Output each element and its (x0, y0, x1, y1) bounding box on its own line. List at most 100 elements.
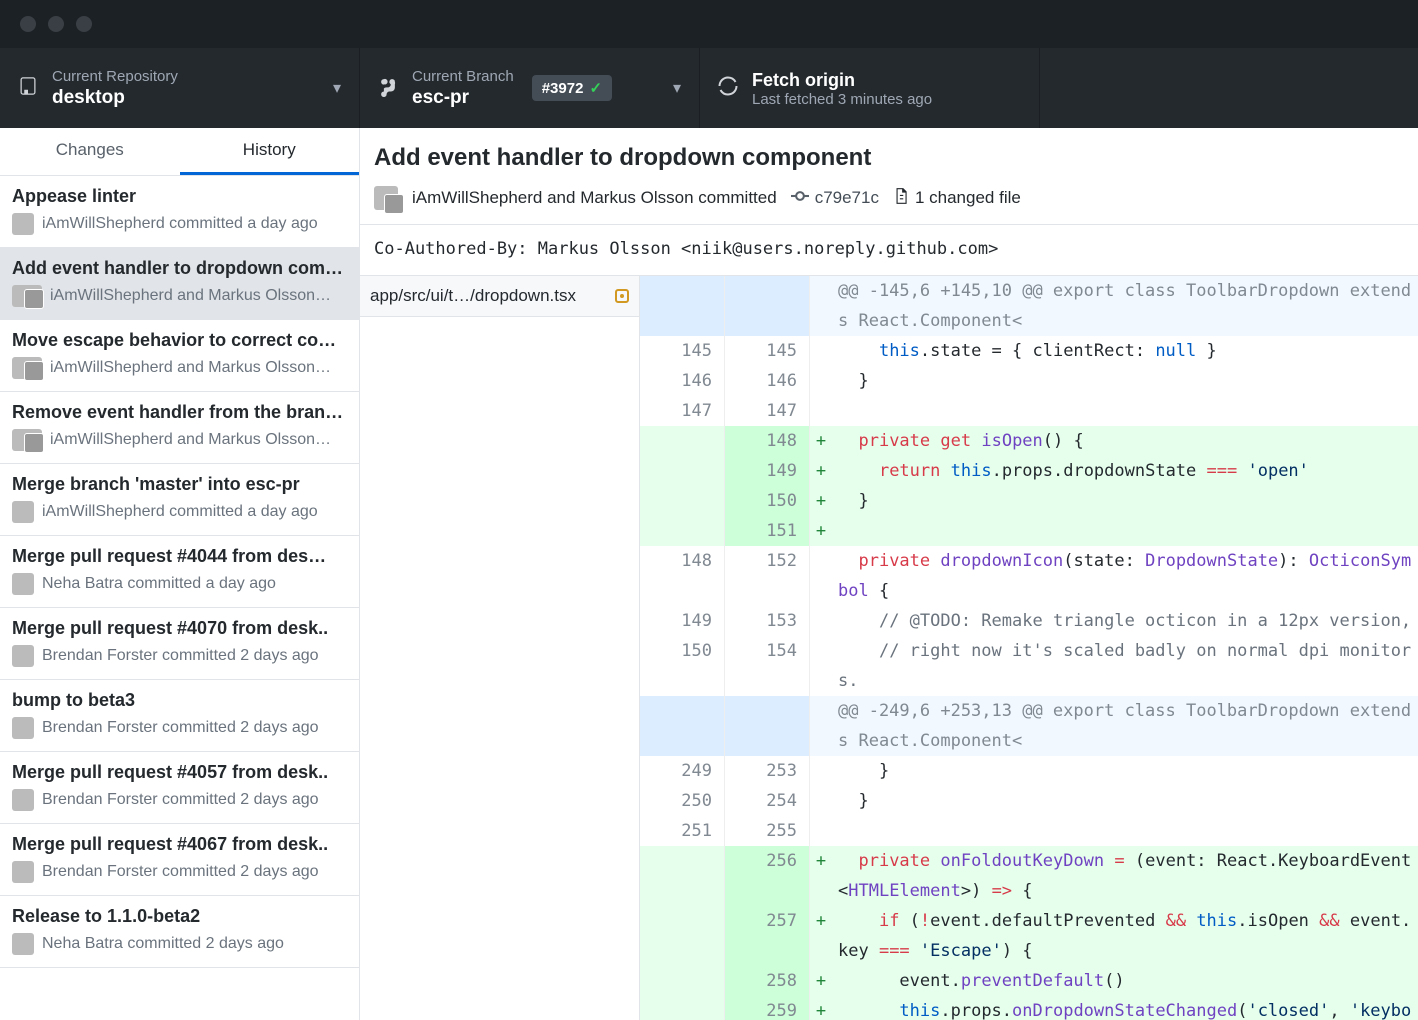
diff-code: return this.props.dropdownState === 'ope… (832, 456, 1418, 486)
diff-line[interactable]: 149+ return this.props.dropdownState ===… (640, 456, 1418, 486)
diff-line[interactable]: 149153 // @TODO: Remake triangle octicon… (640, 606, 1418, 636)
line-number-old (640, 486, 725, 516)
files-changed-wrap[interactable]: 1 changed file (893, 187, 1021, 210)
line-number-old (640, 696, 725, 756)
diff-line[interactable]: 145145 this.state = { clientRect: null } (640, 336, 1418, 366)
diff-line[interactable]: 251255 (640, 816, 1418, 846)
diff-code (832, 396, 1418, 426)
git-branch-icon (378, 75, 398, 102)
commit-row[interactable]: Merge pull request #4057 from desk..Bren… (0, 752, 359, 824)
branch-dropdown[interactable]: Current Branch esc-pr #3972 ✓ ▾ (360, 48, 700, 128)
diff-line[interactable]: 148+ private get isOpen() { (640, 426, 1418, 456)
commit-row[interactable]: Release to 1.1.0-beta2Neha Batra committ… (0, 896, 359, 968)
file-row[interactable]: app/src/ui/t…/dropdown.tsx (360, 276, 639, 317)
traffic-max-icon[interactable] (76, 16, 92, 32)
commit-row[interactable]: Remove event handler from the bran…iAmWi… (0, 392, 359, 464)
line-number-old: 148 (640, 546, 725, 606)
commit-row[interactable]: Move escape behavior to correct co… iAmWi… (0, 320, 359, 392)
avatar-icon (12, 357, 42, 379)
line-number-new: 256 (725, 846, 810, 906)
avatar-icon (12, 933, 34, 955)
modified-icon (615, 289, 629, 303)
diff-line[interactable]: 147147 (640, 396, 1418, 426)
diff-line[interactable]: 257+ if (!event.defaultPrevented && this… (640, 906, 1418, 966)
line-number-old: 250 (640, 786, 725, 816)
line-number-old: 147 (640, 396, 725, 426)
diff-code: // right now it's scaled badly on normal… (832, 636, 1418, 696)
diff-line[interactable]: 150154 // right now it's scaled badly on… (640, 636, 1418, 696)
diff-area: app/src/ui/t…/dropdown.tsx @@ -145,6 +14… (360, 275, 1418, 1020)
traffic-close-icon[interactable] (20, 16, 36, 32)
traffic-min-icon[interactable] (48, 16, 64, 32)
commit-row-meta-text: iAmWillShepherd committed a day ago (42, 503, 318, 521)
commit-detail-panel: Add event handler to dropdown component … (360, 128, 1418, 1020)
line-number-new (725, 696, 810, 756)
commit-row-title: Merge pull request #4067 from desk.. (12, 834, 347, 855)
diff-line[interactable]: 259+ this.props.onDropdownStateChanged('… (640, 996, 1418, 1020)
commit-row[interactable]: Merge pull request #4067 from desk.. Bren… (0, 824, 359, 896)
commit-row-meta: iAmWillShepherd committed a day ago (12, 213, 347, 235)
diff-marker: + (810, 966, 832, 996)
avatar-icon (12, 861, 34, 883)
line-number-old (640, 276, 725, 336)
diff-line[interactable]: 250254 } (640, 786, 1418, 816)
diff-code: } (832, 366, 1418, 396)
tab-changes[interactable]: Changes (0, 128, 180, 175)
line-number-old: 249 (640, 756, 725, 786)
commit-row-meta-text: Brendan Forster committed 2 days ago (42, 863, 319, 881)
commit-row[interactable]: Add event handler to dropdown com…iAmWil… (0, 248, 359, 320)
changed-files-list: app/src/ui/t…/dropdown.tsx (360, 276, 640, 1020)
diff-line[interactable]: 148152 private dropdownIcon(state: Dropd… (640, 546, 1418, 606)
commit-row-meta: Brendan Forster committed 2 days ago (12, 861, 347, 883)
diff-marker: + (810, 486, 832, 516)
diff-line[interactable]: @@ -249,6 +253,13 @@ export class Toolba… (640, 696, 1418, 756)
tab-history[interactable]: History (180, 128, 360, 175)
fetch-button[interactable]: Fetch origin Last fetched 3 minutes ago (700, 48, 1040, 128)
line-number-new: 259 (725, 996, 810, 1020)
avatar-icon (12, 285, 42, 307)
diff-marker: + (810, 906, 832, 966)
diff-line[interactable]: @@ -145,6 +145,10 @@ export class Toolba… (640, 276, 1418, 336)
commit-row-title: Move escape behavior to correct co… (12, 330, 347, 351)
diff-view[interactable]: @@ -145,6 +145,10 @@ export class Toolba… (640, 276, 1418, 1020)
line-number-old: 146 (640, 366, 725, 396)
diff-line[interactable]: 146146 } (640, 366, 1418, 396)
commit-sha-wrap[interactable]: c79e71c (791, 188, 879, 208)
history-list[interactable]: Appease linteriAmWillShepherd committed … (0, 176, 359, 1020)
repo-dropdown[interactable]: Current Repository desktop ▾ (0, 48, 360, 128)
line-number-old: 149 (640, 606, 725, 636)
diff-line[interactable]: 150+ } (640, 486, 1418, 516)
diff-line[interactable]: 256+ private onFoldoutKeyDown = (event: … (640, 846, 1418, 906)
commit-row-meta-text: Neha Batra committed 2 days ago (42, 935, 284, 953)
diff-marker (810, 696, 832, 756)
diff-line[interactable]: 249253 } (640, 756, 1418, 786)
diff-marker (810, 636, 832, 696)
diff-line[interactable]: 258+ event.preventDefault() (640, 966, 1418, 996)
diff-code (832, 516, 1418, 546)
files-changed: 1 changed file (915, 188, 1021, 208)
commit-row-meta-text: iAmWillShepherd and Markus Olsson… (50, 359, 331, 377)
commit-row-meta: Brendan Forster committed 2 days ago (12, 645, 347, 667)
chevron-down-icon: ▾ (673, 78, 681, 98)
commit-row[interactable]: bump to beta3Brendan Forster committed 2… (0, 680, 359, 752)
line-number-new: 148 (725, 426, 810, 456)
diff-marker: + (810, 996, 832, 1020)
commit-row[interactable]: Merge branch 'master' into esc-priAmWill… (0, 464, 359, 536)
check-icon: ✓ (589, 79, 602, 97)
commit-row[interactable]: Appease linteriAmWillShepherd committed … (0, 176, 359, 248)
commit-row-meta: iAmWillShepherd and Markus Olsson… (12, 429, 347, 451)
main-toolbar: Current Repository desktop ▾ Current Bra… (0, 48, 1418, 128)
diff-line[interactable]: 151+ (640, 516, 1418, 546)
line-number-old: 251 (640, 816, 725, 846)
commit-row[interactable]: Merge pull request #4044 from des…Neha B… (0, 536, 359, 608)
line-number-old (640, 996, 725, 1020)
repo-label: Current Repository (52, 68, 178, 85)
pr-status-badge[interactable]: #3972 ✓ (532, 75, 612, 101)
diff-code: } (832, 756, 1418, 786)
commit-row-meta-text: Neha Batra committed a day ago (42, 575, 276, 593)
author-avatar-icon (374, 186, 398, 210)
line-number-new: 153 (725, 606, 810, 636)
commit-row[interactable]: Merge pull request #4070 from desk..Bren… (0, 608, 359, 680)
line-number-new: 253 (725, 756, 810, 786)
branch-value: esc-pr (412, 87, 514, 109)
